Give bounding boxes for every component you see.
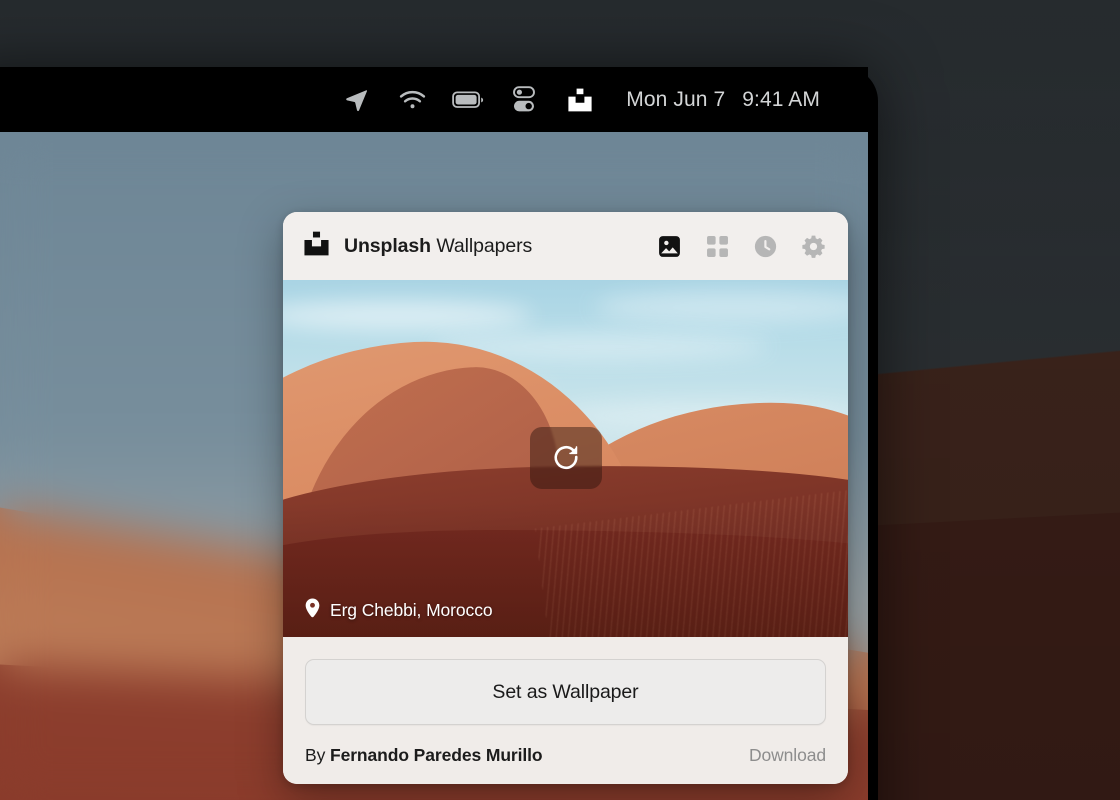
credit-row: By Fernando Paredes Murillo Download xyxy=(305,745,826,784)
photo-location: Erg Chebbi, Morocco xyxy=(305,598,493,623)
menu-bar-time: 9:41 AM xyxy=(742,87,820,111)
collections-tab[interactable] xyxy=(704,233,730,259)
menu-bar-date: Mon Jun 7 xyxy=(626,87,726,111)
history-tab[interactable] xyxy=(752,233,778,259)
photo-credit: By Fernando Paredes Murillo xyxy=(305,745,543,766)
popover-toolbar: Unsplash Wallpapers xyxy=(283,212,848,280)
settings-tab[interactable] xyxy=(800,233,826,259)
photo-location-text: Erg Chebbi, Morocco xyxy=(330,600,493,620)
laptop-screen: Mon Jun 7 9:41 AM Unsplash Wallpapers Er… xyxy=(0,67,868,800)
featured-photo: Erg Chebbi, Morocco xyxy=(283,280,848,637)
photo-icon xyxy=(657,234,682,259)
macos-menu-bar: Mon Jun 7 9:41 AM xyxy=(0,67,868,132)
location-arrow-icon[interactable] xyxy=(328,80,384,120)
credit-by-label: By xyxy=(305,745,326,765)
app-title-bold: Unsplash xyxy=(344,234,431,257)
popover-footer: Set as Wallpaper By Fernando Paredes Mur… xyxy=(283,637,848,784)
unsplash-wallpapers-popover: Unsplash Wallpapers Erg Chebbi, Morocco … xyxy=(283,212,848,784)
battery-icon[interactable] xyxy=(440,80,496,120)
unsplash-logo-icon xyxy=(303,231,330,261)
download-link[interactable]: Download xyxy=(749,745,826,766)
control-center-icon[interactable] xyxy=(496,80,552,120)
app-title: Unsplash Wallpapers xyxy=(344,235,532,258)
set-as-wallpaper-button[interactable]: Set as Wallpaper xyxy=(305,659,826,725)
refresh-photo-button[interactable] xyxy=(529,427,602,489)
refresh-icon xyxy=(551,443,581,473)
map-pin-icon xyxy=(305,598,320,623)
toolbar-actions xyxy=(656,233,826,259)
screenshot-root: Mon Jun 7 9:41 AM Unsplash Wallpapers Er… xyxy=(0,0,1120,800)
grid-icon xyxy=(706,235,729,258)
gear-icon xyxy=(801,234,826,259)
photos-tab[interactable] xyxy=(656,233,682,259)
wifi-icon[interactable] xyxy=(384,80,440,120)
app-title-regular: Wallpapers xyxy=(436,234,533,257)
credit-author-name: Fernando Paredes Murillo xyxy=(330,745,543,765)
clock-icon xyxy=(753,234,778,259)
app-brand: Unsplash Wallpapers xyxy=(303,231,532,261)
unsplash-menubar-icon[interactable] xyxy=(552,80,608,120)
menu-bar-clock[interactable]: Mon Jun 7 9:41 AM xyxy=(626,88,820,112)
